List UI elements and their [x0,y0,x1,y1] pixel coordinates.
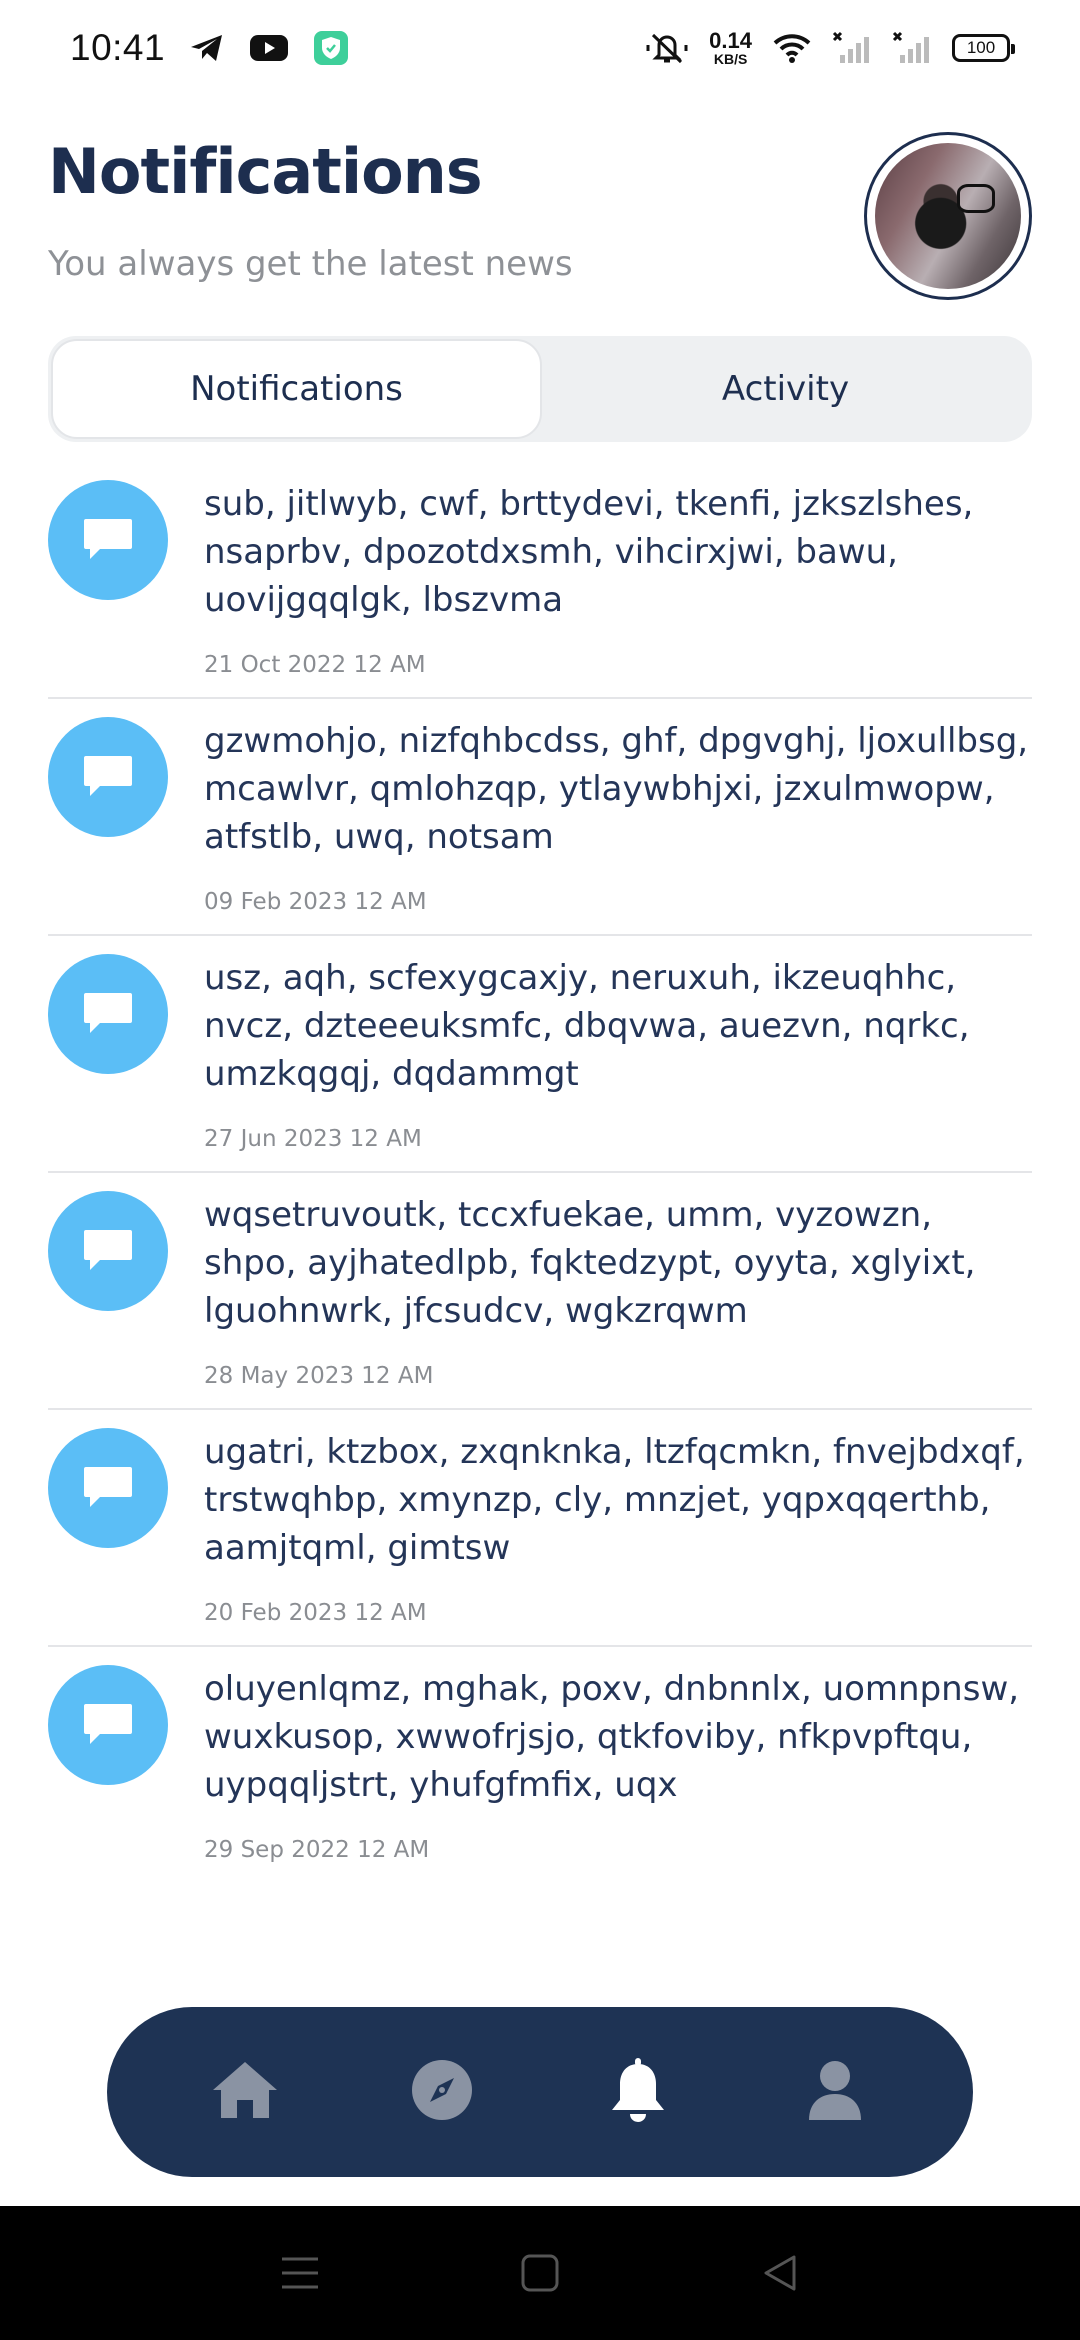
notification-date: 29 Sep 2022 12 AM [204,1837,430,1863]
notification-text: wqsetruvoutk, tccxfuekae, umm, vyzowzn, … [204,1195,976,1331]
system-nav-bar [0,2206,1080,2340]
battery-icon: 100 [952,34,1015,62]
notification-date: 20 Feb 2023 12 AM [204,1600,427,1626]
status-left: 10:41 [70,27,349,69]
chat-bubble-icon [48,954,168,1074]
list-item[interactable]: usz, aqh, scfexygcaxjy, neruxuh, ikzeuqh… [48,936,1032,1173]
segmented-tabs: Notifications Activity [48,336,1032,442]
tab-activity[interactable]: Activity [542,339,1029,439]
nav-notifications[interactable] [583,2037,693,2147]
user-icon [805,2058,865,2126]
chat-bubble-icon [48,1665,168,1785]
chat-bubble-icon [48,1428,168,1548]
list-item-body: usz, aqh, scfexygcaxjy, neruxuh, ikzeuqh… [204,954,1034,1152]
notification-text: ugatri, ktzbox, zxqnknka, ltzfqcmkn, fnv… [204,1432,1025,1568]
vpn-shield-icon [313,30,349,66]
square-icon [521,2254,559,2292]
notification-date: 27 Jun 2023 12 AM [204,1126,422,1152]
status-bar: 10:41 0.14 KB/S 100 [0,0,1080,96]
nav-profile[interactable] [780,2037,890,2147]
list-item[interactable]: ugatri, ktzbox, zxqnknka, ltzfqcmkn, fnv… [48,1410,1032,1647]
net-speed: 0.14 KB/S [709,28,752,67]
notifications-screen: 10:41 0.14 KB/S 100 Notifications You al… [0,0,1080,2340]
chat-bubble-icon [48,480,168,600]
menu-button[interactable] [270,2243,330,2303]
list-item[interactable]: sub, jitlwyb, cwf, brttydevi, tkenfi, jz… [48,462,1032,699]
bottom-nav [107,2007,973,2177]
youtube-icon [249,33,289,63]
list-item-body: oluyenlqmz, mghak, poxv, dnbnnlx, uomnpn… [204,1665,1034,1863]
chat-bubble-icon [48,717,168,837]
notification-list: sub, jitlwyb, cwf, brttydevi, tkenfi, jz… [48,462,1032,1884]
battery-level: 100 [966,38,996,57]
net-speed-unit: KB/S [713,51,748,67]
back-triangle-icon [764,2255,796,2291]
notification-text: gzwmohjo, nizfqhbcdss, ghf, dpgvghj, ljo… [204,721,1029,857]
list-item-body: wqsetruvoutk, tccxfuekae, umm, vyzowzn, … [204,1191,1034,1389]
compass-icon [410,2058,474,2126]
bell-icon [608,2056,668,2128]
notification-date: 28 May 2023 12 AM [204,1363,434,1389]
notification-text: oluyenlqmz, mghak, poxv, dnbnnlx, uomnpn… [204,1669,1020,1805]
avatar[interactable] [864,132,1032,300]
status-right: 0.14 KB/S 100 [645,28,1015,67]
menu-icon [282,2257,318,2289]
list-item[interactable]: oluyenlqmz, mghak, poxv, dnbnnlx, uomnpn… [48,1647,1032,1884]
telegram-icon [189,32,225,64]
home-button[interactable] [510,2243,570,2303]
chat-bubble-icon [48,1191,168,1311]
avatar-image [875,143,1021,289]
nav-home[interactable] [190,2037,300,2147]
home-icon [209,2058,281,2126]
notification-date: 21 Oct 2022 12 AM [204,652,426,678]
notification-date: 09 Feb 2023 12 AM [204,889,427,915]
tab-notifications[interactable]: Notifications [51,339,542,439]
list-item[interactable]: wqsetruvoutk, tccxfuekae, umm, vyzowzn, … [48,1173,1032,1410]
list-item[interactable]: gzwmohjo, nizfqhbcdss, ghf, dpgvghj, ljo… [48,699,1032,936]
list-item-body: ugatri, ktzbox, zxqnknka, ltzfqcmkn, fnv… [204,1428,1034,1626]
signal-icon [892,31,932,65]
mute-icon [645,31,689,65]
back-button[interactable] [750,2243,810,2303]
notification-text: usz, aqh, scfexygcaxjy, neruxuh, ikzeuqh… [204,958,970,1094]
signal-icon [832,31,872,65]
net-speed-value: 0.14 [709,28,752,53]
list-item-body: gzwmohjo, nizfqhbcdss, ghf, dpgvghj, ljo… [204,717,1034,915]
notification-text: sub, jitlwyb, cwf, brttydevi, tkenfi, jz… [204,484,974,620]
list-item-body: sub, jitlwyb, cwf, brttydevi, tkenfi, jz… [204,480,1034,678]
nav-explore[interactable] [387,2037,497,2147]
wifi-icon [772,32,812,64]
status-time: 10:41 [70,27,166,68]
